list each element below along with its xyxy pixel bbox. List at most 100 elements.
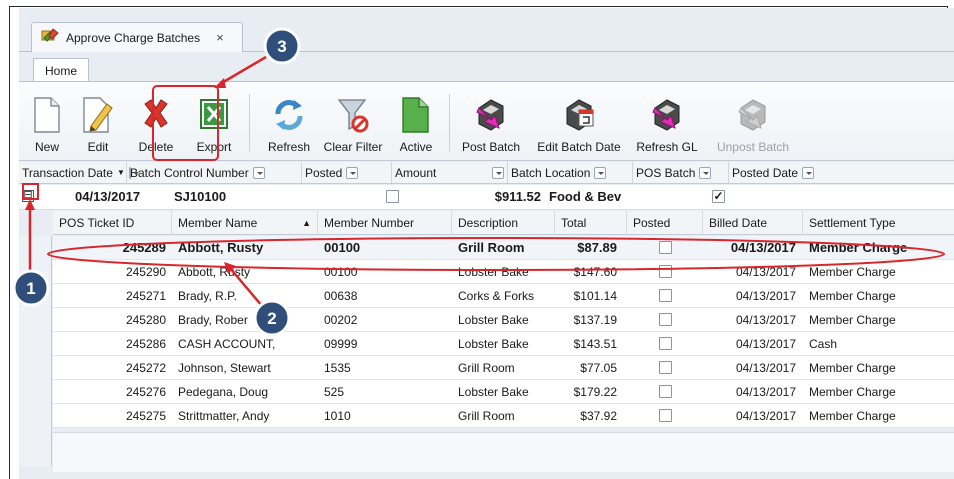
table-row[interactable]: 245280 Brady, Rober 00202 Lobster Bake $137.… [53,308,954,332]
batch-filter-row: Transaction Date ▼ Batch Control Number … [19,162,954,184]
group-posted-checkbox[interactable] [386,190,399,203]
table-row-selected[interactable]: 245289 Abbott, Rusty 00100 Grill Room $87.89… [53,236,954,260]
active-button[interactable]: Active [391,86,441,158]
refresh-gl-icon [649,96,685,134]
refresh-button[interactable]: Refresh [259,86,319,158]
cell-pos-ticket-id: 245276 [125,385,166,399]
filter-batch-location[interactable]: Batch Location [508,162,633,183]
filter-dropdown-icon[interactable] [699,166,712,179]
group-pos-batch-checkbox[interactable]: ✓ [712,190,725,203]
filter-posted[interactable]: Posted [302,162,392,183]
row-indicator-column [19,236,52,466]
group-amount: $911.52 [494,189,541,204]
column-header-member-name[interactable]: Member Name ▲ [172,211,318,235]
table-row[interactable]: 245290 Abbott, Rusty 00100 Lobster Bake $147… [53,260,954,284]
filter-amount[interactable]: Amount [392,162,508,183]
cell-description: Lobster Bake [458,313,529,327]
cell-total: $137.19 [573,313,617,327]
batch-group-row[interactable]: ⊟ 04/13/2017 SJ10100 $911.52 Food & Bev … [19,185,954,210]
cell-billed-date: 04/13/2017 [735,265,796,279]
column-header-billed-date[interactable]: Billed Date [703,211,803,235]
cell-member-number: 1010 [324,409,351,423]
sort-descending-icon[interactable]: ▼ [117,168,125,177]
table-row[interactable]: 245276 Pedegana, Doug 525 Lobster Bake $179.… [53,380,954,404]
new-document-icon [32,96,62,134]
cell-posted [627,404,703,428]
filter-transaction-date[interactable]: Transaction Date ▼ [19,162,139,183]
cell-description: Grill Room [458,240,525,255]
ribbon-separator [249,94,250,152]
column-header-member-number[interactable]: Member Number [318,211,452,235]
filter-posted-date[interactable]: Posted Date [729,162,833,183]
collapse-group-icon[interactable]: ⊟ [22,190,34,202]
cell-posted [627,236,703,260]
export-button-label: Export [196,140,232,154]
new-button[interactable]: New [27,86,67,158]
filter-dropdown-icon[interactable] [252,166,265,179]
cell-billed-date: 04/13/2017 [730,240,796,255]
cell-member-number: 1535 [324,361,351,375]
column-header-posted[interactable]: Posted [627,211,703,235]
edit-pencil-icon [81,96,115,134]
cell-posted [627,380,703,404]
edit-batch-date-button[interactable]: Edit Batch Date [531,86,627,158]
cell-member-name: Brady, Rober [178,313,248,327]
column-header-description[interactable]: Description [452,211,555,235]
document-tab[interactable]: Approve Charge Batches × [31,22,243,52]
cell-total: $101.14 [573,289,617,303]
delete-button[interactable]: Delete [131,86,181,158]
cell-billed-date: 04/13/2017 [735,361,796,375]
cell-settlement-type: Member Charge [809,361,896,375]
table-row[interactable]: 245275 Strittmatter, Andy 1010 Grill Room $3… [53,404,954,428]
cell-member-number: 00100 [324,265,358,279]
posted-checkbox[interactable] [658,385,672,399]
refresh-gl-button[interactable]: Refresh GL [631,86,703,158]
posted-checkbox[interactable] [658,361,672,375]
posted-checkbox[interactable] [658,313,672,327]
column-header-pos-ticket-id[interactable]: POS Ticket ID [53,211,172,235]
filter-dropdown-icon[interactable] [492,166,504,179]
delete-x-icon [139,96,173,134]
cell-member-number: 00100 [324,240,361,255]
export-button[interactable]: Export [189,86,239,158]
edit-batch-date-icon [561,96,597,134]
cell-member-name: Abbott, Rusty [178,240,264,255]
app-window: Approve Charge Batches × Home New Edit D… [19,8,954,479]
filter-dropdown-icon[interactable] [346,166,359,179]
grid-rows: 245289 Abbott, Rusty 00100 Grill Room $87.89… [53,236,954,428]
column-header-total[interactable]: Total [555,211,627,235]
cell-member-name: Johnson, Stewart [178,361,271,375]
ribbon-tab-home[interactable]: Home [33,58,89,82]
filter-label: Batch Location [511,165,591,180]
cell-description: Grill Room [458,409,515,423]
posted-checkbox[interactable] [658,241,672,255]
posted-checkbox[interactable] [658,409,672,423]
post-batch-button[interactable]: Post Batch [457,86,525,158]
table-row[interactable]: 245286 CASH ACCOUNT, 09999 Lobster Bake $143… [53,332,954,356]
close-tab-icon[interactable]: × [216,30,224,45]
cell-member-number: 00638 [324,289,358,303]
column-header-settlement-type[interactable]: Settlement Type [803,211,954,235]
cell-pos-ticket-id: 245271 [125,289,166,303]
table-row[interactable]: 245271 Brady, R.P. 00638 Corks & Forks $101.… [53,284,954,308]
active-document-icon [400,96,432,134]
filter-batch-control-number[interactable]: Batch Control Number [127,162,302,183]
delete-button-label: Delete [138,140,174,154]
table-row[interactable]: 245272 Johnson, Stewart 1535 Grill Room $77.… [53,356,954,380]
cell-pos-ticket-id: 245280 [125,313,166,327]
edit-button[interactable]: Edit [79,86,117,158]
clear-filter-button[interactable]: Clear Filter [319,86,387,158]
posted-checkbox[interactable] [658,289,672,303]
cell-member-name: Pedegana, Doug [178,385,269,399]
cell-total: $87.89 [577,240,617,255]
unpost-batch-button[interactable]: Unpost Batch [715,86,791,158]
filter-dropdown-icon[interactable] [594,166,607,179]
posted-checkbox[interactable] [658,337,672,351]
filter-dropdown-icon[interactable] [802,166,815,179]
filter-dropdown-icon[interactable] [128,166,139,179]
filter-pos-batch[interactable]: POS Batch [633,162,729,183]
ribbon-separator [449,94,450,152]
unpost-batch-button-label: Unpost Batch [716,140,790,154]
posted-checkbox[interactable] [658,265,672,279]
document-tab-title: Approve Charge Batches [66,30,201,45]
